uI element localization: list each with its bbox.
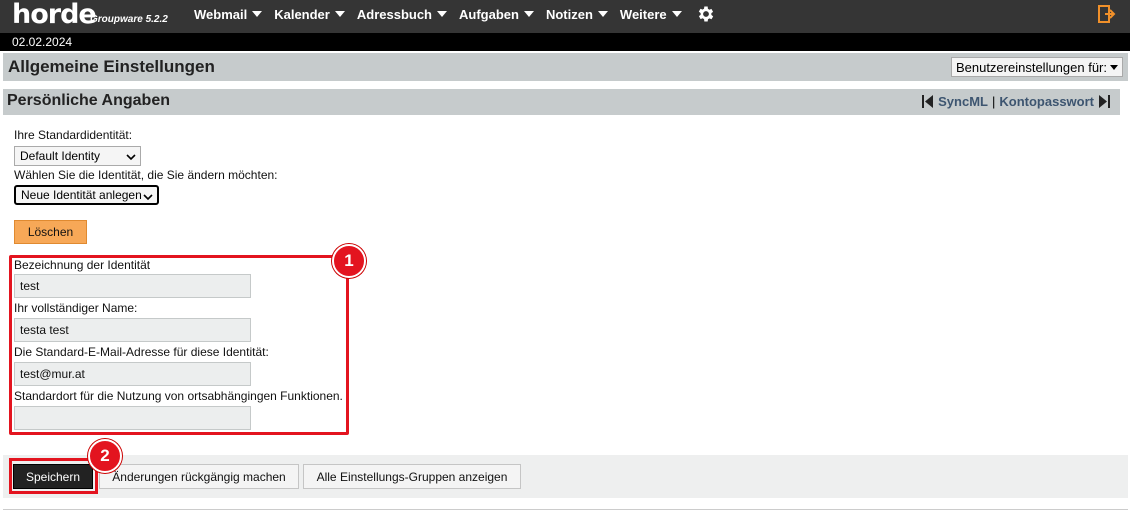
section-links: SyncML | Kontopasswort <box>918 94 1114 109</box>
chevron-down-icon <box>671 11 682 17</box>
nav-notizen[interactable]: Notizen <box>546 7 608 22</box>
logout-icon[interactable] <box>1098 5 1116 23</box>
section-header: Persönliche Angaben SyncML | Kontopasswo… <box>3 89 1120 115</box>
undo-changes-button[interactable]: Änderungen rückgängig machen <box>99 464 299 489</box>
divider <box>3 509 1128 510</box>
horde-logo[interactable]: horde <box>12 0 97 30</box>
nav-weitere[interactable]: Weitere <box>620 7 682 22</box>
chevron-down-icon <box>126 154 136 161</box>
preferences-for-label: Benutzereinstellungen für: <box>955 59 1107 75</box>
previous-icon[interactable] <box>922 95 934 108</box>
delete-button[interactable]: Löschen <box>14 220 87 244</box>
section-title: Persönliche Angaben <box>7 92 170 109</box>
nav-adressbuch-label: Adressbuch <box>356 6 432 22</box>
chevron-down-icon <box>252 11 263 17</box>
chevron-down-icon <box>1110 64 1118 70</box>
nav-adressbuch[interactable]: Adressbuch <box>357 7 447 22</box>
annotation-badge-1: 1 <box>332 244 366 278</box>
choose-identity-value: Neue Identität anlegen <box>21 188 142 202</box>
nav-kalender[interactable]: Kalender <box>274 7 345 22</box>
preferences-for-select[interactable]: Benutzereinstellungen für: <box>950 57 1123 77</box>
app-version: Groupware 5.2.2 <box>90 14 168 25</box>
choose-identity-label: Wählen Sie die Identität, die Sie ändern… <box>14 168 278 182</box>
annotation-badge-2: 2 <box>88 439 122 473</box>
next-icon[interactable] <box>1098 95 1110 108</box>
page-title: Allgemeine Einstellungen <box>8 57 215 76</box>
account-password-link[interactable]: Kontopasswort <box>999 94 1094 109</box>
syncml-link[interactable]: SyncML <box>938 94 988 109</box>
annotation-box-1 <box>9 255 349 435</box>
current-date: 02.02.2024 <box>0 33 1130 51</box>
main-menu: Webmail Kalender Adressbuch Aufgaben Not… <box>194 0 716 28</box>
nav-webmail[interactable]: Webmail <box>194 6 263 22</box>
chevron-down-icon <box>437 11 447 17</box>
show-all-groups-button[interactable]: Alle Einstellungs-Gruppen anzeigen <box>303 464 521 489</box>
chevron-down-icon <box>523 11 534 17</box>
link-separator: | <box>991 94 996 109</box>
nav-notizen-label: Notizen <box>545 6 593 22</box>
chevron-down-icon <box>143 194 153 201</box>
page-header: Allgemeine Einstellungen Benutzereinstel… <box>3 53 1128 81</box>
nav-weitere-label: Weitere <box>619 6 667 22</box>
top-navigation-bar: horde Groupware 5.2.2 Webmail Kalender A… <box>0 0 1130 33</box>
nav-aufgaben-label: Aufgaben <box>459 6 519 22</box>
choose-identity-select[interactable]: Neue Identität anlegen <box>14 185 159 205</box>
chevron-down-icon <box>597 11 608 17</box>
nav-kalender-label: Kalender <box>274 6 330 22</box>
annotation-box-2 <box>9 458 98 494</box>
nav-aufgaben[interactable]: Aufgaben <box>459 7 534 22</box>
chevron-down-icon <box>334 11 345 17</box>
default-identity-label: Ihre Standardidentität: <box>14 128 133 142</box>
default-identity-select[interactable]: Default Identity <box>14 146 141 166</box>
nav-webmail-label: Webmail <box>194 6 248 22</box>
default-identity-value: Default Identity <box>20 149 101 163</box>
gear-icon[interactable] <box>696 4 716 24</box>
